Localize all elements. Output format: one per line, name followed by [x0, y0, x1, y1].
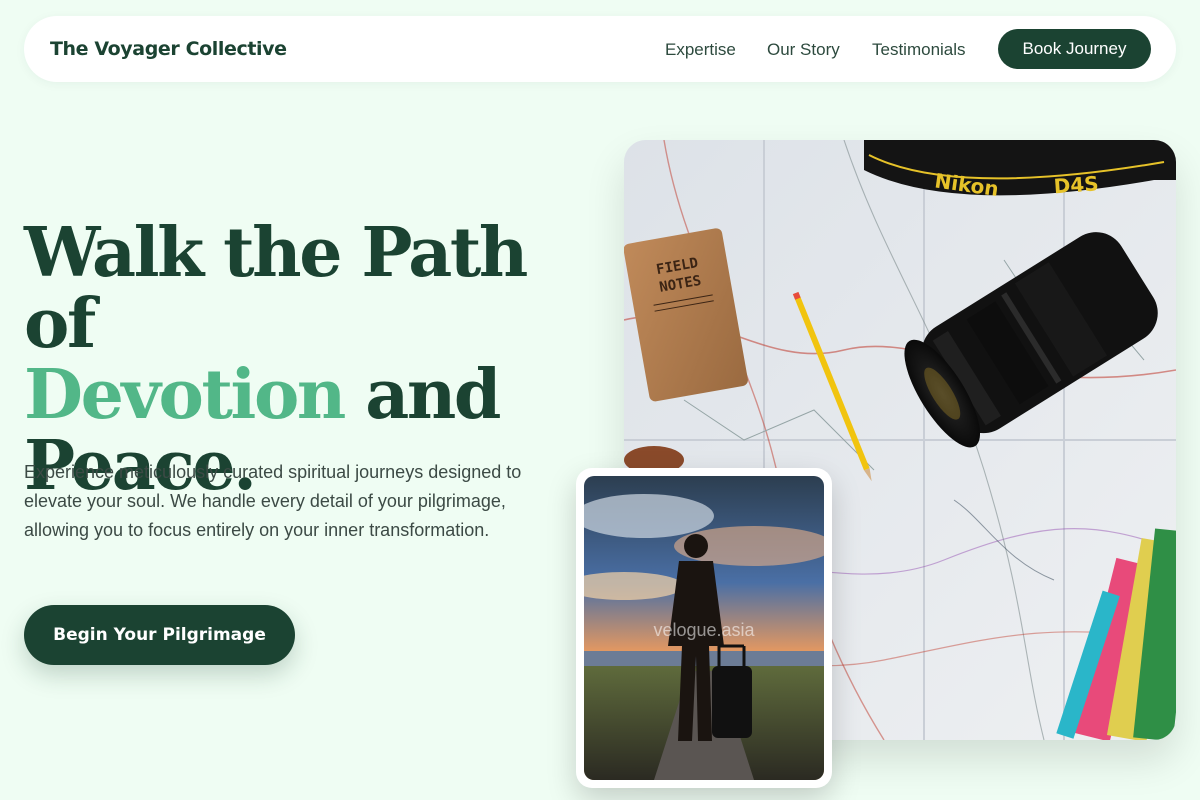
book-journey-button[interactable]: Book Journey — [998, 29, 1151, 69]
headline-and: and — [365, 355, 501, 435]
strap-model: D4S — [1053, 171, 1099, 198]
hero-description: Experience meticulously curated spiritua… — [24, 462, 522, 540]
navbar: The Voyager Collective Expertise Our Sto… — [24, 16, 1176, 82]
traveler-sunset-illustration: velogue.asia — [584, 476, 824, 780]
nav-link-expertise[interactable]: Expertise — [665, 40, 736, 60]
page: The Voyager Collective Expertise Our Sto… — [0, 0, 1200, 800]
nav-link-testimonials[interactable]: Testimonials — [872, 40, 966, 60]
nav-link-our-story[interactable]: Our Story — [767, 40, 840, 60]
headline-accent: Devotion — [24, 355, 346, 435]
brand-logo[interactable]: The Voyager Collective — [50, 38, 287, 60]
begin-pilgrimage-button[interactable]: Begin Your Pilgrimage — [24, 605, 295, 665]
headline-line-1: Walk the Path of — [24, 213, 528, 364]
inset-watermark: velogue.asia — [653, 620, 755, 640]
traveler-inset-photo: velogue.asia — [576, 468, 832, 788]
